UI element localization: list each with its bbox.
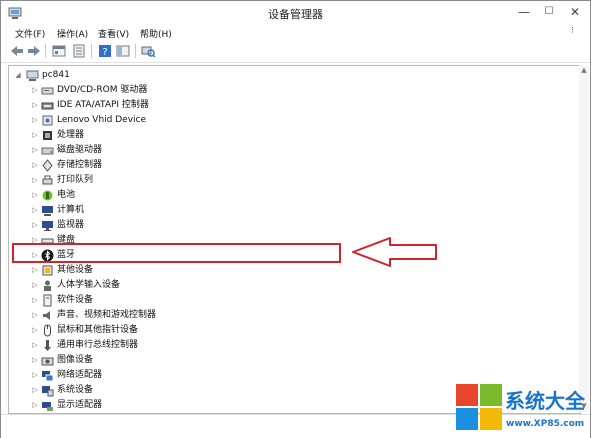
- tree-item-label: IDE ATA/ATAPI 控制器: [57, 100, 149, 110]
- tree-item-label: 打印队列: [57, 175, 94, 185]
- watermark-url: www.XP85.com: [506, 419, 585, 429]
- expander-collapsed-icon[interactable]: ▷: [31, 353, 39, 368]
- tree-item-label: 监视器: [57, 220, 85, 230]
- computer-root-icon: [26, 70, 39, 81]
- expander-collapsed-icon[interactable]: ▷: [31, 323, 39, 338]
- toolbar: ?: [1, 41, 590, 63]
- tree-item-label: 存储控制器: [57, 160, 103, 170]
- title-bar: 设备管理器 — ☐ ✕: [1, 1, 590, 25]
- tree-item-label: 系统设备: [57, 385, 94, 395]
- computer-icon: [42, 206, 53, 216]
- tree-item-label: 软件设备: [57, 295, 94, 305]
- expander-collapsed-icon[interactable]: ▷: [31, 203, 39, 218]
- maximize-button[interactable]: ☐: [536, 3, 562, 21]
- monitor-icon: [42, 221, 53, 231]
- expander-collapsed-icon[interactable]: ▷: [31, 218, 39, 233]
- network-adapter-icon: [42, 371, 54, 382]
- toolbar-separator: [135, 44, 136, 58]
- processor-icon: [43, 131, 52, 140]
- tree-item-label: 磁盘驱动器: [57, 145, 103, 155]
- window-title: 设备管理器: [268, 8, 323, 21]
- menu-bar: 文件(F) 操作(A) 查看(V) 帮助(H) ⁝: [1, 25, 590, 41]
- usb-controller-icon: [44, 340, 51, 351]
- help-icon[interactable]: ?: [97, 43, 113, 59]
- menu-file[interactable]: 文件(F): [15, 27, 45, 40]
- svg-text:?: ?: [102, 47, 107, 58]
- tree-item-label: DVD/CD-ROM 驱动器: [57, 85, 148, 95]
- expander-collapsed-icon[interactable]: ▷: [31, 338, 39, 353]
- menu-action[interactable]: 操作(A): [57, 27, 88, 40]
- watermark-brand: 系统大全: [505, 389, 585, 413]
- expander-collapsed-icon[interactable]: ▷: [31, 83, 39, 98]
- mouse-icon: [44, 324, 51, 337]
- list-view-icon[interactable]: [71, 43, 87, 59]
- human-interface-device-icon: [44, 280, 51, 291]
- tree-root-label: pc841: [42, 70, 70, 80]
- display-adapter-icon: [42, 402, 53, 411]
- expander-collapsed-icon[interactable]: ▷: [31, 368, 39, 383]
- tree-item-label: 网络适配器: [57, 370, 103, 380]
- tree-item-label: Lenovo Vhid Device: [57, 115, 147, 125]
- bluetooth-highlight-box: [12, 243, 341, 263]
- vertical-scrollbar[interactable]: ▲ ▼: [579, 65, 589, 412]
- tree-item-label: 处理器: [57, 130, 85, 140]
- expander-expanded[interactable]: ◢: [14, 68, 22, 83]
- other-devices-icon: [42, 265, 53, 276]
- expander-collapsed-icon[interactable]: ▷: [31, 173, 39, 188]
- back-arrow-icon[interactable]: [9, 43, 25, 59]
- battery-icon: [42, 190, 53, 201]
- show-hide-console-tree-icon[interactable]: [115, 43, 131, 59]
- expander-collapsed-icon[interactable]: ▷: [31, 263, 39, 278]
- expander-collapsed-icon[interactable]: ▷: [31, 278, 39, 293]
- tree-item-label: 电池: [57, 190, 76, 200]
- expander-collapsed-icon[interactable]: ▷: [31, 143, 39, 158]
- device-tree[interactable]: ◢ pc841 ▷ DVD/CD-ROM 驱动器 ▷ IDE ATA/ATAPI 控制…: [8, 65, 581, 414]
- annotation-arrow-icon: [352, 237, 437, 267]
- forward-arrow-icon[interactable]: [26, 43, 42, 59]
- tree-item-label: 图像设备: [57, 355, 94, 365]
- expander-collapsed-icon[interactable]: ▷: [31, 158, 39, 173]
- tree-item-label: 计算机: [57, 205, 85, 215]
- software-device-icon: [43, 294, 52, 307]
- minimize-button[interactable]: —: [511, 3, 537, 21]
- tree-item-label: 其他设备: [57, 265, 94, 275]
- device-manager-window: 设备管理器 — ☐ ✕ 文件(F) 操作(A) 查看(V) 帮助(H) ⁝ ? …: [0, 0, 591, 438]
- ide-controller-icon: [41, 102, 54, 110]
- tree-item-label: 声音、视频和游戏控制器: [57, 310, 157, 320]
- toolbar-separator: [45, 44, 46, 58]
- storage-controller-icon: [42, 159, 53, 172]
- close-button[interactable]: ✕: [562, 3, 588, 21]
- imaging-device-icon: [41, 357, 54, 366]
- scan-hardware-icon[interactable]: [140, 43, 156, 59]
- toolbar-separator: [91, 44, 92, 58]
- system-devices-icon: [42, 386, 54, 397]
- expander-collapsed-icon[interactable]: ▷: [31, 398, 39, 413]
- menu-view[interactable]: 查看(V): [98, 27, 129, 40]
- menu-help[interactable]: 帮助(H): [140, 27, 172, 40]
- menu-pin-icon: ⁝: [571, 26, 574, 36]
- expander-collapsed-icon[interactable]: ▷: [31, 113, 39, 128]
- tree-item-label: 人体学输入设备: [57, 280, 121, 290]
- tree-item-label: 通用串行总线控制器: [57, 340, 139, 350]
- sound-icon: [43, 311, 50, 320]
- expander-collapsed-icon[interactable]: ▷: [31, 383, 39, 398]
- hid-device-icon: [42, 115, 53, 126]
- expander-collapsed-icon[interactable]: ▷: [31, 128, 39, 143]
- tree-item-label: 显示适配器: [57, 400, 103, 410]
- tree-item-label: 鼠标和其他指针设备: [57, 325, 139, 335]
- properties-pane-icon[interactable]: [51, 43, 67, 59]
- expander-collapsed-icon[interactable]: ▷: [31, 293, 39, 308]
- dvd-drive-icon: [41, 87, 54, 95]
- expander-collapsed-icon[interactable]: ▷: [31, 188, 39, 203]
- expander-collapsed-icon[interactable]: ▷: [31, 308, 39, 323]
- scroll-up-arrow-icon[interactable]: ▲: [580, 66, 588, 75]
- expander-collapsed-icon[interactable]: ▷: [31, 98, 39, 113]
- disk-drive-icon: [41, 147, 54, 155]
- printer-icon: [42, 175, 53, 185]
